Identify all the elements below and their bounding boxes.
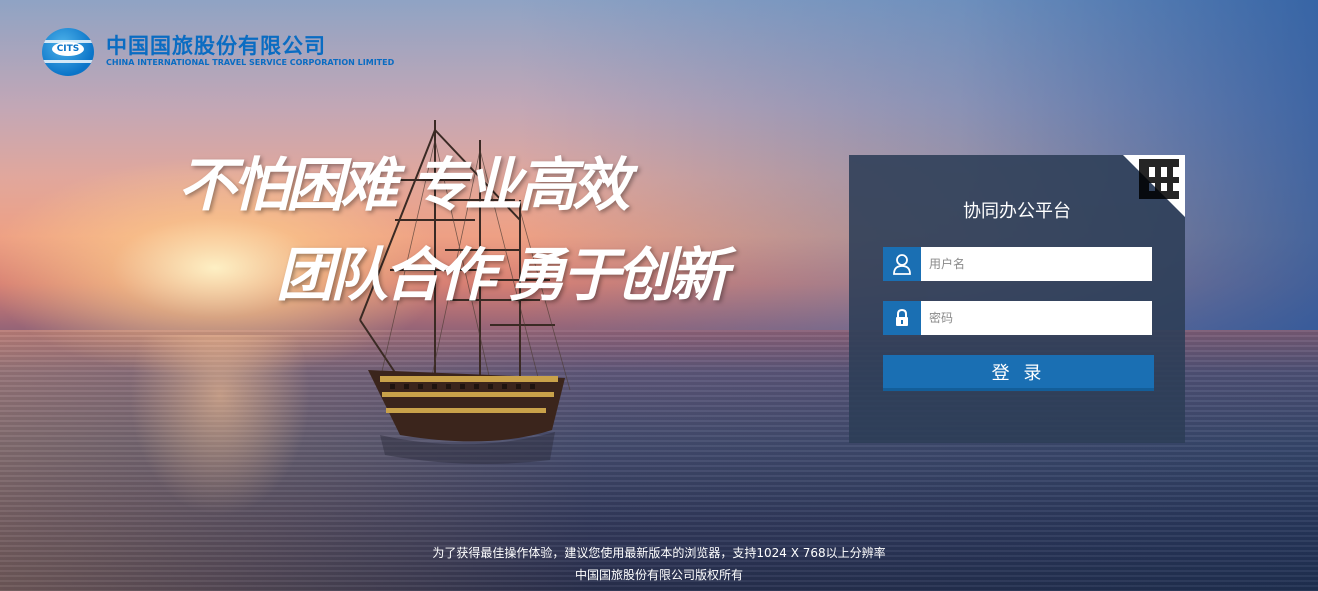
platform-title: 协同办公平台 xyxy=(963,201,1071,222)
sun-reflection xyxy=(120,335,320,535)
logo-name-en: CHINA INTERNATIONAL TRAVEL SERVICE CORPO… xyxy=(106,58,395,67)
slogan-line-2: 团队合作 勇于创新 xyxy=(276,241,728,309)
password-field xyxy=(883,301,1152,335)
qr-code-icon xyxy=(1139,159,1179,199)
copyright-text: 中国国旅股份有限公司版权所有 xyxy=(574,568,743,582)
lock-icon xyxy=(883,301,921,335)
logo-name-cn: 中国国旅股份有限公司 xyxy=(106,34,326,58)
password-input[interactable] xyxy=(923,301,1148,335)
login-panel: 协同办公平台 登 录 xyxy=(849,155,1185,443)
globe-icon: CITS xyxy=(42,28,94,76)
slogan-line-1: 不怕困难 专业高效 xyxy=(178,151,630,219)
logo-badge: CITS xyxy=(52,42,84,56)
username-input[interactable] xyxy=(923,247,1148,281)
company-logo: CITS 中国国旅股份有限公司 CHINA INTERNATIONAL TRAV… xyxy=(42,28,394,76)
user-icon xyxy=(883,247,921,281)
login-button[interactable]: 登 录 xyxy=(883,355,1154,391)
browser-notice: 为了获得最佳操作体验，建议您使用最新版本的浏览器，支持1024 X 768以上分… xyxy=(432,546,886,560)
username-field xyxy=(883,247,1152,281)
